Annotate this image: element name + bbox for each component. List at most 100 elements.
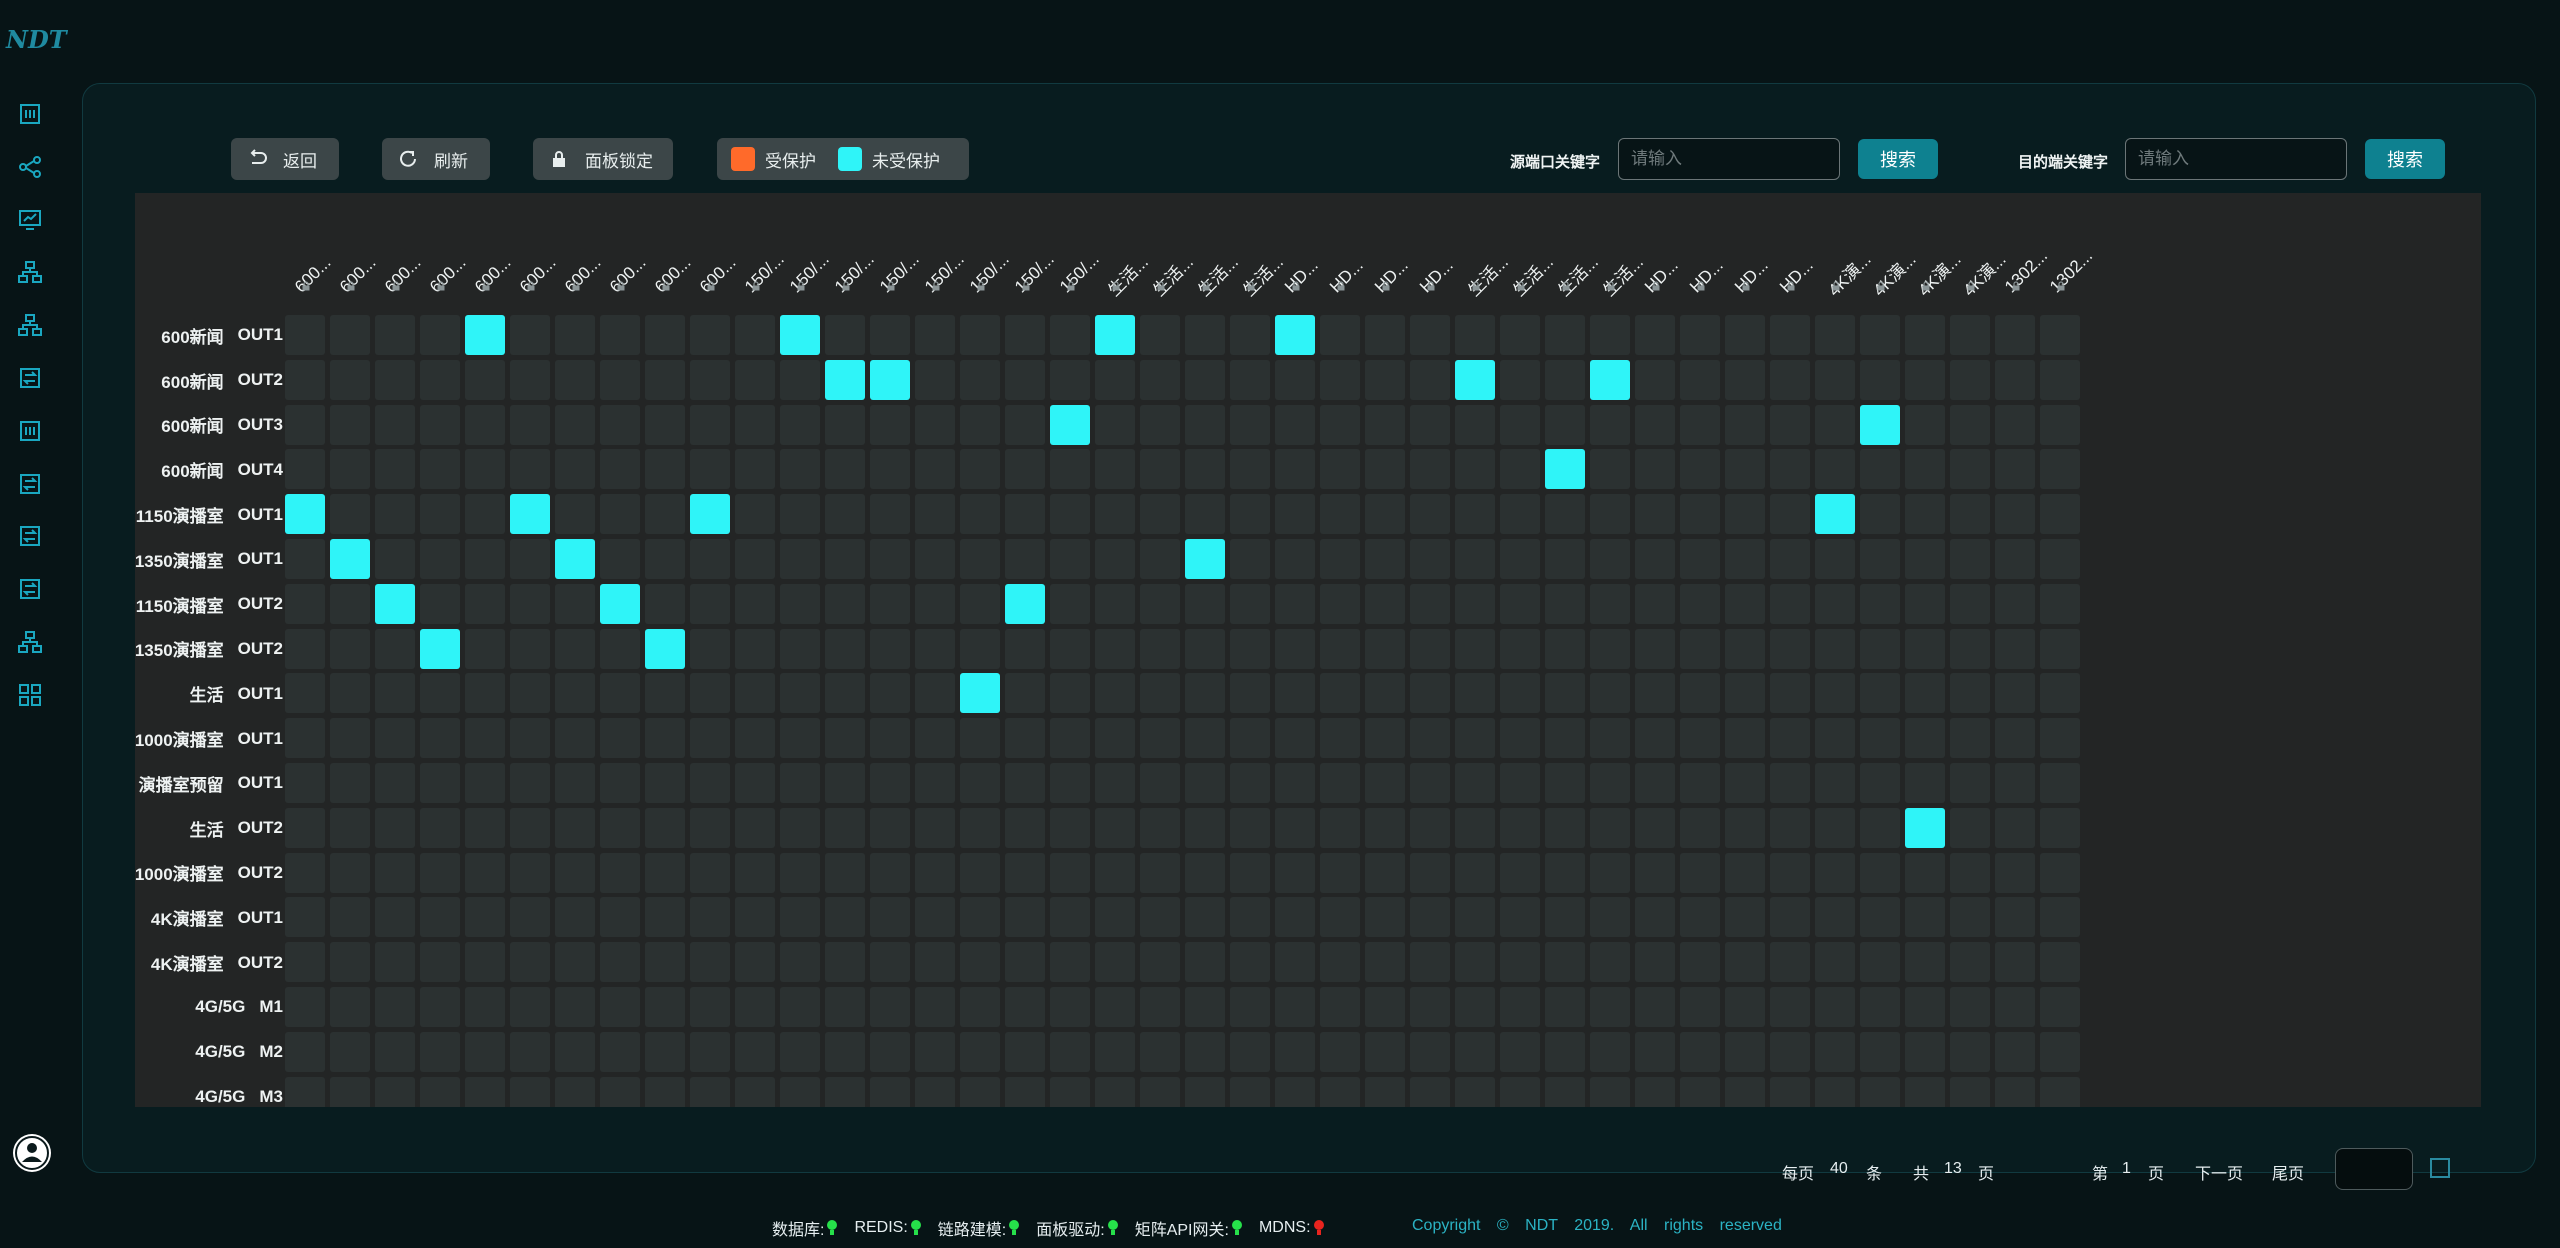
- column-header[interactable]: 生活...: [1545, 193, 1602, 313]
- crosspoint-cell[interactable]: [825, 673, 865, 714]
- crosspoint-cell[interactable]: [690, 539, 730, 579]
- crosspoint-cell[interactable]: [2040, 1031, 2080, 1072]
- crosspoint-cell[interactable]: [690, 583, 730, 624]
- crosspoint-cell[interactable]: [825, 449, 865, 490]
- crosspoint-cell[interactable]: [870, 1076, 910, 1107]
- crosspoint-cell[interactable]: [555, 942, 595, 983]
- crosspoint-cell[interactable]: [1680, 807, 1720, 848]
- crosspoint-cell[interactable]: [510, 449, 550, 490]
- crosspoint-cell[interactable]: [1275, 673, 1315, 714]
- crosspoint-cell[interactable]: [645, 404, 685, 445]
- crosspoint-cell[interactable]: [1320, 673, 1360, 714]
- crosspoint-cell[interactable]: [645, 763, 685, 803]
- crosspoint-cell[interactable]: [555, 718, 595, 759]
- crosspoint-cell[interactable]: [1680, 942, 1720, 983]
- crosspoint-cell[interactable]: [285, 449, 325, 490]
- crosspoint-cell[interactable]: [1230, 942, 1270, 983]
- crosspoint-cell[interactable]: [1770, 494, 1810, 535]
- crosspoint-cell[interactable]: [1365, 359, 1405, 400]
- crosspoint-cell[interactable]: [960, 1076, 1000, 1107]
- crosspoint-connected[interactable]: [645, 628, 685, 669]
- crosspoint-cell[interactable]: [555, 404, 595, 445]
- crosspoint-cell[interactable]: [1140, 583, 1180, 624]
- crosspoint-cell[interactable]: [1095, 404, 1135, 445]
- crosspoint-cell[interactable]: [1635, 897, 1675, 938]
- crosspoint-cell[interactable]: [420, 718, 460, 759]
- row-header[interactable]: 1150演播室 OUT1: [135, 492, 283, 537]
- crosspoint-cell[interactable]: [1725, 359, 1765, 400]
- column-lock-icon[interactable]: [886, 281, 896, 291]
- crosspoint-cell[interactable]: [1410, 359, 1450, 400]
- crosspoint-cell[interactable]: [1230, 539, 1270, 579]
- crosspoint-cell[interactable]: [600, 1031, 640, 1072]
- crosspoint-cell[interactable]: [915, 718, 955, 759]
- crosspoint-cell[interactable]: [1095, 763, 1135, 803]
- crosspoint-cell[interactable]: [1455, 942, 1495, 983]
- crosspoint-cell[interactable]: [1320, 807, 1360, 848]
- crosspoint-cell[interactable]: [870, 539, 910, 579]
- crosspoint-cell[interactable]: [1365, 628, 1405, 669]
- sidebar-item-dashboard[interactable]: [16, 681, 44, 709]
- crosspoint-cell[interactable]: [645, 987, 685, 1027]
- column-lock-icon[interactable]: [1561, 281, 1571, 291]
- crosspoint-cell[interactable]: [1500, 807, 1540, 848]
- crosspoint-cell[interactable]: [1860, 1031, 1900, 1072]
- crosspoint-cell[interactable]: [1950, 673, 1990, 714]
- page-jump-input[interactable]: [2335, 1148, 2413, 1190]
- crosspoint-cell[interactable]: [1365, 718, 1405, 759]
- crosspoint-cell[interactable]: [690, 359, 730, 400]
- sidebar-item-monitor[interactable]: [16, 206, 44, 234]
- crosspoint-connected[interactable]: [420, 628, 460, 669]
- crosspoint-cell[interactable]: [1365, 315, 1405, 355]
- crosspoint-connected[interactable]: [1275, 315, 1315, 355]
- crosspoint-cell[interactable]: [1005, 897, 1045, 938]
- crosspoint-cell[interactable]: [420, 359, 460, 400]
- crosspoint-cell[interactable]: [1230, 583, 1270, 624]
- crosspoint-cell[interactable]: [510, 539, 550, 579]
- crosspoint-cell[interactable]: [1950, 942, 1990, 983]
- crosspoint-cell[interactable]: [1635, 1031, 1675, 1072]
- column-lock-icon[interactable]: [1111, 281, 1121, 291]
- column-lock-icon[interactable]: [1426, 281, 1436, 291]
- crosspoint-cell[interactable]: [375, 807, 415, 848]
- crosspoint-cell[interactable]: [510, 897, 550, 938]
- crosspoint-cell[interactable]: [645, 718, 685, 759]
- sidebar-item-hierarchy[interactable]: [16, 258, 44, 286]
- crosspoint-cell[interactable]: [1770, 763, 1810, 803]
- column-header[interactable]: 600...: [465, 193, 515, 313]
- column-header[interactable]: 4K演...: [1815, 193, 1875, 313]
- crosspoint-cell[interactable]: [1410, 718, 1450, 759]
- crosspoint-cell[interactable]: [1905, 315, 1945, 355]
- crosspoint-cell[interactable]: [1050, 1031, 1090, 1072]
- crosspoint-cell[interactable]: [1365, 1076, 1405, 1107]
- crosspoint-cell[interactable]: [1680, 897, 1720, 938]
- crosspoint-cell[interactable]: [1140, 807, 1180, 848]
- crosspoint-cell[interactable]: [1905, 897, 1945, 938]
- crosspoint-cell[interactable]: [1005, 673, 1045, 714]
- crosspoint-cell[interactable]: [1455, 807, 1495, 848]
- crosspoint-cell[interactable]: [915, 942, 955, 983]
- crosspoint-cell[interactable]: [1815, 628, 1855, 669]
- column-header[interactable]: HD...: [1635, 193, 1682, 313]
- crosspoint-cell[interactable]: [1140, 494, 1180, 535]
- column-header[interactable]: 生活...: [1140, 193, 1197, 313]
- column-header[interactable]: 生活...: [1590, 193, 1647, 313]
- crosspoint-cell[interactable]: [465, 1031, 505, 1072]
- crosspoint-cell[interactable]: [1950, 1076, 1990, 1107]
- crosspoint-cell[interactable]: [1635, 718, 1675, 759]
- crosspoint-cell[interactable]: [960, 539, 1000, 579]
- crosspoint-cell[interactable]: [330, 404, 370, 445]
- crosspoint-cell[interactable]: [1095, 1076, 1135, 1107]
- crosspoint-cell[interactable]: [1725, 539, 1765, 579]
- column-header[interactable]: HD...: [1770, 193, 1817, 313]
- crosspoint-cell[interactable]: [1365, 942, 1405, 983]
- crosspoint-cell[interactable]: [285, 539, 325, 579]
- sidebar-item-switch[interactable]: [16, 364, 44, 392]
- crosspoint-cell[interactable]: [2040, 449, 2080, 490]
- crosspoint-cell[interactable]: [1230, 449, 1270, 490]
- crosspoint-cell[interactable]: [1230, 494, 1270, 535]
- crosspoint-cell[interactable]: [1050, 673, 1090, 714]
- crosspoint-cell[interactable]: [1680, 763, 1720, 803]
- crosspoint-cell[interactable]: [1230, 673, 1270, 714]
- crosspoint-cell[interactable]: [1770, 1031, 1810, 1072]
